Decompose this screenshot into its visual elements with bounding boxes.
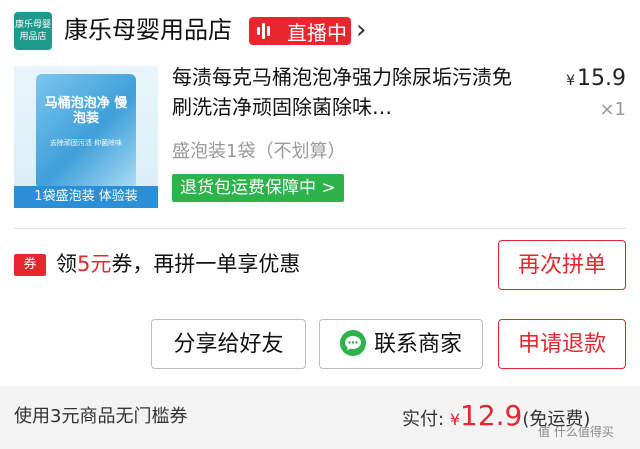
image-banner: 1袋盛泡装 体验装 [14,186,158,208]
package-subtitle: 去除顽固污渍 抑菌除味 [49,139,123,147]
share-button[interactable]: 分享给好友 [151,319,306,369]
live-label: 直播中 [287,20,347,45]
divider [14,228,626,229]
shop-header[interactable]: 康乐母婴 用品店 康乐母婴用品店 直播中 › [0,0,640,62]
product-package: 马桶泡泡净 慢泡装 去除顽固污渍 抑菌除味 [36,74,136,186]
watermark: 值 什么值得买 [538,425,614,439]
price-value: 15.9 [577,66,626,91]
paid-currency: ¥ [449,410,460,429]
contact-seller-label: 联系商家 [373,332,462,357]
shop-name[interactable]: 康乐母婴用品店 [64,14,232,46]
coupon-text-prefix: 领 [56,252,77,276]
product-image[interactable]: 马桶泡泡净 慢泡装 去除顽固污渍 抑菌除味 1袋盛泡装 体验装 [14,66,158,208]
order-footer: 使用3元商品无门槛券 实付: ¥12.9(免运费) 值 什么值得买 [0,386,640,449]
coupon-amount: 5元 [77,252,112,276]
product-title[interactable]: 每渍每克马桶泡泡净强力除尿垢污渍免刷洗洁净顽固除菌除味… [172,62,528,122]
price-currency: ¥ [566,73,576,89]
coupon-tag: 券 [14,254,46,276]
product-quantity: ×1 [599,99,626,120]
chevron-right-icon[interactable]: › [356,14,366,46]
rebuy-button[interactable]: 再次拼单 [498,240,626,290]
shop-logo-line2: 用品店 [19,32,47,42]
package-title: 马桶泡泡净 慢泡装 [44,96,128,126]
return-shipping-badge[interactable]: 退货包运费保障中 > [172,174,344,202]
live-badge[interactable]: 直播中 [249,17,351,45]
coupon-note: 使用3元商品无门槛券 [14,406,188,427]
contact-seller-button[interactable]: 联系商家 [319,319,483,369]
coupon-text: 领5元券，再拼一单享优惠 [56,248,300,280]
paid-amount-value: 12.9 [460,399,523,432]
product-variant: 盛泡装1袋（不划算） [172,141,346,162]
shop-logo-line1: 康乐母婴 [14,20,51,30]
shop-logo[interactable]: 康乐母婴 用品店 [14,12,52,50]
live-wave-icon [257,21,279,41]
coupon-text-suffix: 券，再拼一单享优惠 [111,252,301,276]
paid-label: 实付: [402,409,445,430]
refund-button[interactable]: 申请退款 [498,319,626,369]
chat-bubble-icon [339,330,366,356]
product-price: ¥15.9 [560,64,626,96]
